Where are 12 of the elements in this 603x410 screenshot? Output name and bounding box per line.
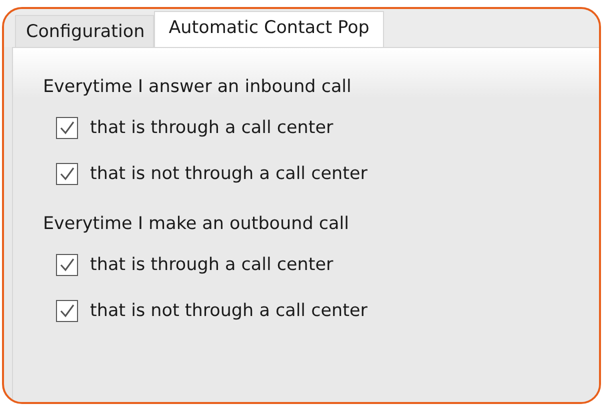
- checkbox[interactable]: [56, 117, 78, 139]
- checkbox-label: that is not through a call center: [90, 301, 368, 321]
- tab[interactable]: Automatic Contact Pop: [154, 11, 384, 47]
- tab[interactable]: Configuration: [15, 15, 154, 47]
- checkbox[interactable]: [56, 163, 78, 185]
- checkbox[interactable]: [56, 254, 78, 276]
- group-heading: Everytime I make an outbound call: [43, 213, 350, 235]
- checkbox-label: that is not through a call center: [90, 164, 368, 184]
- checkbox-label: that is through a call center: [90, 118, 334, 138]
- group-heading: Everytime I answer an inbound call: [43, 76, 352, 98]
- checkbox[interactable]: [56, 300, 78, 322]
- checkbox-label: that is through a call center: [90, 255, 334, 275]
